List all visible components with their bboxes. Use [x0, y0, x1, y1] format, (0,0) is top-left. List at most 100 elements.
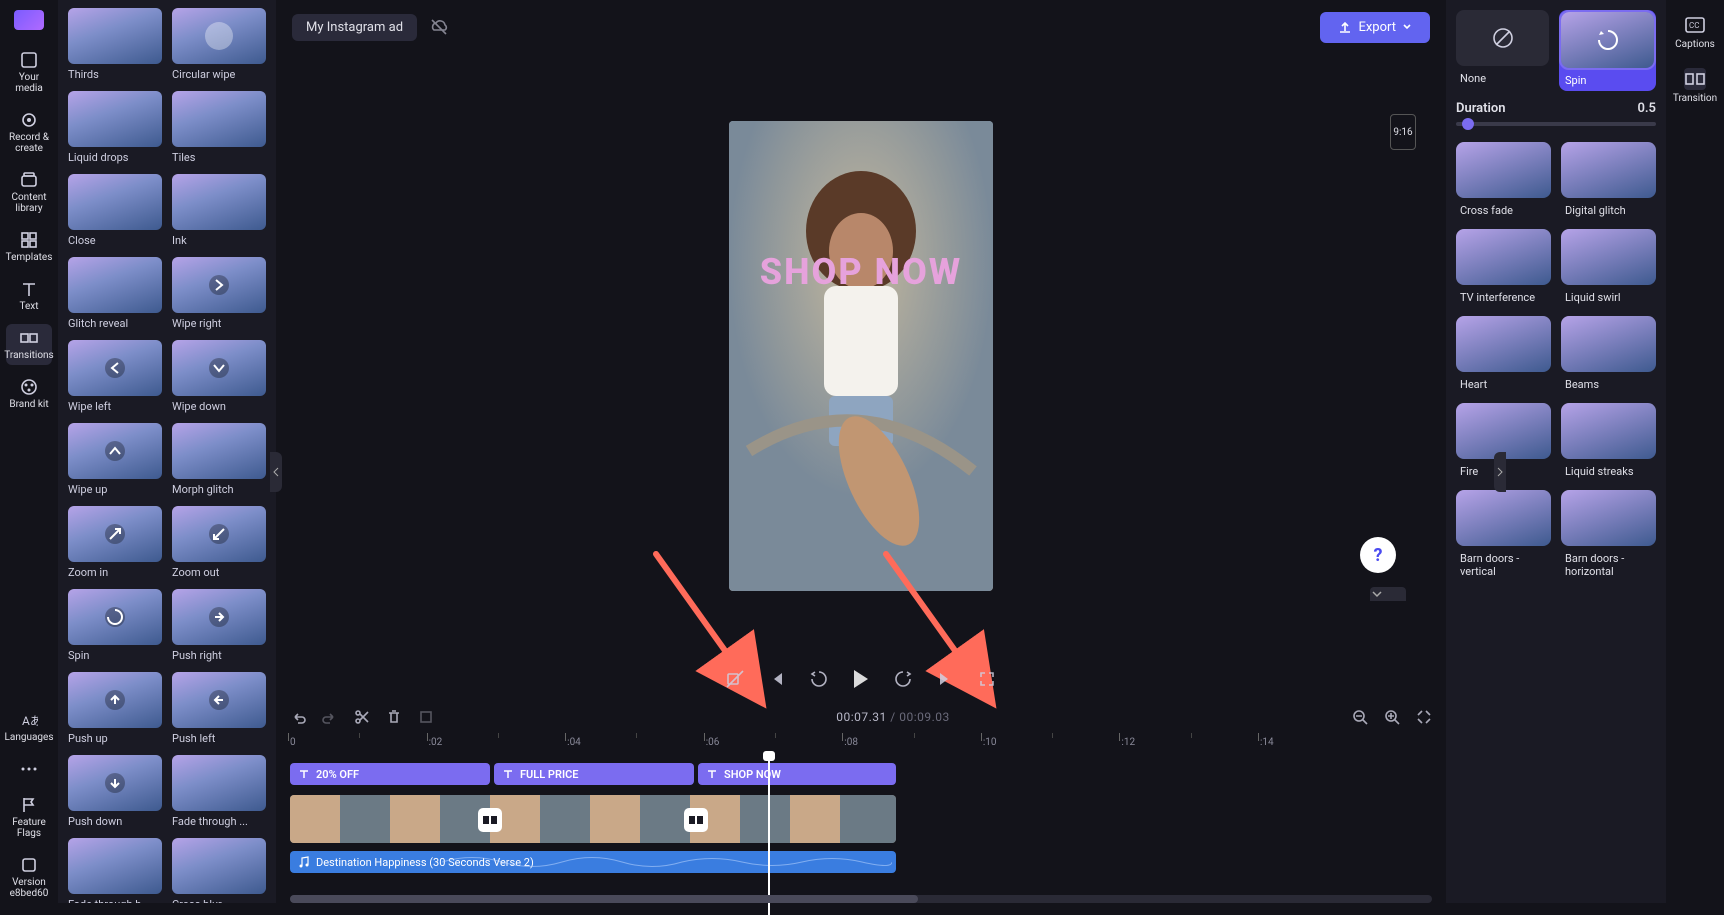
- export-button[interactable]: Export: [1320, 12, 1430, 43]
- redo-button[interactable]: [322, 709, 338, 725]
- zoom-fit-button[interactable]: [1416, 709, 1432, 725]
- transition-item[interactable]: Thirds: [68, 8, 162, 81]
- transition-item[interactable]: Liquid drops: [68, 91, 162, 164]
- transition-item[interactable]: Ink: [172, 174, 266, 247]
- nav-your-media[interactable]: Your media: [6, 46, 52, 98]
- transition-label: Glitch reveal: [68, 317, 162, 330]
- transition-option[interactable]: Liquid streaks: [1561, 403, 1656, 480]
- nav-templates[interactable]: Templates: [6, 226, 52, 267]
- fullscreen-icon[interactable]: [977, 669, 997, 689]
- transition-item[interactable]: Close: [68, 174, 162, 247]
- transition-marker[interactable]: [478, 808, 502, 832]
- transition-label: Liquid streaks: [1561, 463, 1656, 480]
- transition-item[interactable]: Wipe up: [68, 423, 162, 496]
- transition-item[interactable]: Zoom out: [172, 506, 266, 579]
- text-clip-label: FULL PRICE: [520, 768, 579, 781]
- crop-button[interactable]: [418, 709, 434, 725]
- transition-option[interactable]: Digital glitch: [1561, 142, 1656, 219]
- help-button[interactable]: ?: [1360, 537, 1396, 573]
- nav-feature-flags[interactable]: Feature Flags: [6, 791, 52, 843]
- transition-item[interactable]: Wipe right: [172, 257, 266, 330]
- nav-languages[interactable]: Aあ Languages: [6, 706, 52, 747]
- transition-item[interactable]: Wipe down: [172, 340, 266, 413]
- transition-item[interactable]: Push up: [68, 672, 162, 745]
- transition-item[interactable]: Glitch reveal: [68, 257, 162, 330]
- duration-slider[interactable]: [1456, 122, 1656, 126]
- cloud-off-icon[interactable]: [429, 17, 449, 37]
- transition-item[interactable]: Circular wipe: [172, 8, 266, 81]
- ruler-tick: :02: [429, 737, 443, 748]
- nav-record-create[interactable]: Record & create: [6, 106, 52, 158]
- transition-option[interactable]: Barn doors - horizontal: [1561, 490, 1656, 580]
- transition-item[interactable]: Zoom in: [68, 506, 162, 579]
- video-clip[interactable]: [290, 795, 896, 843]
- captions-tab[interactable]: CC Captions: [1675, 14, 1715, 50]
- text-clip[interactable]: 20% OFF: [290, 763, 490, 785]
- transition-item[interactable]: Push down: [68, 755, 162, 828]
- zoom-out-button[interactable]: [1352, 709, 1368, 725]
- transition-marker[interactable]: [684, 808, 708, 832]
- aspect-ratio-button[interactable]: 9:16: [1390, 114, 1416, 150]
- project-title[interactable]: My Instagram ad: [292, 14, 417, 41]
- play-button[interactable]: [851, 669, 871, 689]
- transition-item[interactable]: Tiles: [172, 91, 266, 164]
- transition-item[interactable]: Wipe left: [68, 340, 162, 413]
- transition-item[interactable]: Fade through b...: [68, 838, 162, 903]
- app-logo[interactable]: [14, 10, 44, 30]
- nav-brand-kit[interactable]: Brand kit: [6, 373, 52, 414]
- video-track: [290, 795, 1432, 845]
- transition-label: Morph glitch: [172, 483, 266, 496]
- transition-item[interactable]: Fade through ...: [172, 755, 266, 828]
- transition-item[interactable]: Push right: [172, 589, 266, 662]
- transition-option[interactable]: Cross fade: [1456, 142, 1551, 219]
- transition-option[interactable]: Barn doors - vertical: [1456, 490, 1551, 580]
- transition-option[interactable]: Beams: [1561, 316, 1656, 393]
- text-clip-label: SHOP NOW: [724, 768, 781, 781]
- transition-item[interactable]: Spin: [68, 589, 162, 662]
- playhead[interactable]: [768, 757, 770, 915]
- transition-spin[interactable]: Spin: [1559, 10, 1656, 91]
- duration-label: Duration: [1456, 101, 1506, 116]
- forward-icon[interactable]: [893, 669, 913, 689]
- audio-clip[interactable]: Destination Happiness (30 Seconds Verse …: [290, 851, 896, 873]
- nav-transitions[interactable]: Transitions: [6, 324, 52, 365]
- zoom-in-button[interactable]: [1384, 709, 1400, 725]
- panel-toggle-right[interactable]: [1494, 452, 1506, 492]
- transition-thumb: [1561, 229, 1656, 285]
- transition-thumb: [1456, 316, 1551, 372]
- delete-button[interactable]: [386, 709, 402, 725]
- transitions-panel: ThirdsCircular wipeLiquid dropsTilesClos…: [58, 0, 276, 903]
- transition-option[interactable]: TV interference: [1456, 229, 1551, 306]
- transition-none[interactable]: None: [1456, 10, 1549, 91]
- transition-label: Cross blur: [172, 898, 266, 903]
- transition-tab[interactable]: Transition: [1673, 68, 1717, 104]
- skip-end-icon[interactable]: [935, 669, 955, 689]
- transition-item[interactable]: Morph glitch: [172, 423, 266, 496]
- transition-label: None: [1456, 70, 1549, 87]
- nav-content-library[interactable]: Content library: [6, 166, 52, 218]
- video-preview[interactable]: SHOP NOW: [729, 121, 993, 591]
- skip-start-icon[interactable]: [767, 669, 787, 689]
- ruler-tick: :04: [567, 737, 581, 748]
- timeline-ruler[interactable]: 0:02:04:06:08:10:12:14: [290, 733, 1432, 757]
- text-clip[interactable]: FULL PRICE: [494, 763, 694, 785]
- nav-version[interactable]: Version e8bed60: [6, 851, 52, 903]
- transition-item[interactable]: Cross blur: [172, 838, 266, 903]
- detach-audio-icon[interactable]: [725, 669, 745, 689]
- timeline-scrollbar[interactable]: [290, 895, 1432, 903]
- split-button[interactable]: [354, 709, 370, 725]
- transition-thumb: [172, 257, 266, 313]
- undo-button[interactable]: [290, 709, 306, 725]
- text-icon: [298, 768, 310, 780]
- text-clip[interactable]: SHOP NOW: [698, 763, 896, 785]
- rewind-icon[interactable]: [809, 669, 829, 689]
- timeline-toolbar: 00:07.31 / 00:09.03: [276, 701, 1446, 733]
- transition-thumb: [1456, 403, 1551, 459]
- panel-toggle-left[interactable]: [270, 452, 282, 492]
- panel-collapse-handle[interactable]: [1370, 587, 1406, 601]
- transition-option[interactable]: Heart: [1456, 316, 1551, 393]
- nav-more[interactable]: [6, 755, 52, 783]
- transition-option[interactable]: Liquid swirl: [1561, 229, 1656, 306]
- transition-item[interactable]: Push left: [172, 672, 266, 745]
- nav-text[interactable]: Text: [6, 275, 52, 316]
